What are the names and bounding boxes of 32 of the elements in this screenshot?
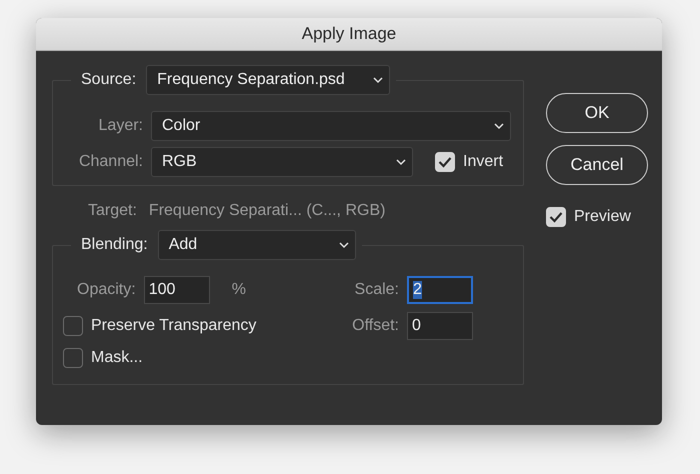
chevron-down-icon [373, 76, 384, 84]
percent-unit: % [232, 281, 246, 299]
checkbox-label: Preserve Transparency [91, 317, 256, 335]
checkbox[interactable] [63, 316, 83, 336]
checkbox[interactable] [63, 348, 83, 368]
text-field[interactable]: 2 [407, 276, 473, 304]
source-label: Source: [81, 71, 136, 89]
chevron-down-icon [338, 242, 349, 248]
checkmark-icon [549, 211, 563, 223]
layer-dropdown[interactable]: Color [151, 111, 511, 141]
dialog-button[interactable]: OK [546, 93, 648, 133]
window-title: Apply Image [302, 24, 396, 44]
chevron-down-icon [396, 158, 406, 166]
checkbox-label: Preview [574, 208, 631, 226]
opacity-label: Opacity: [77, 281, 136, 299]
target-value: Frequency Separati... (C..., RGB) [148, 202, 386, 220]
checkbox-label: Mask... [91, 349, 143, 367]
chevron-down-icon [494, 122, 504, 130]
channel-label: Channel: [78, 153, 143, 170]
field-label: Offset: [352, 317, 399, 335]
blending-label: Blending: [81, 236, 148, 254]
text-field[interactable]: 0 [407, 312, 473, 340]
blending-dropdown[interactable]: Add [158, 230, 356, 260]
layer-label: Layer: [98, 117, 143, 134]
checkbox-label: Invert [463, 153, 504, 171]
channel-dropdown[interactable]: RGB [151, 147, 413, 177]
opacity-field[interactable]: 100 [144, 276, 210, 304]
field-label: Scale: [354, 281, 399, 299]
checkmark-icon [438, 156, 452, 168]
dialog-button[interactable]: Cancel [546, 145, 648, 185]
source-dropdown[interactable]: Frequency Separation.psd [146, 65, 390, 95]
target-label: Target: [88, 202, 137, 220]
